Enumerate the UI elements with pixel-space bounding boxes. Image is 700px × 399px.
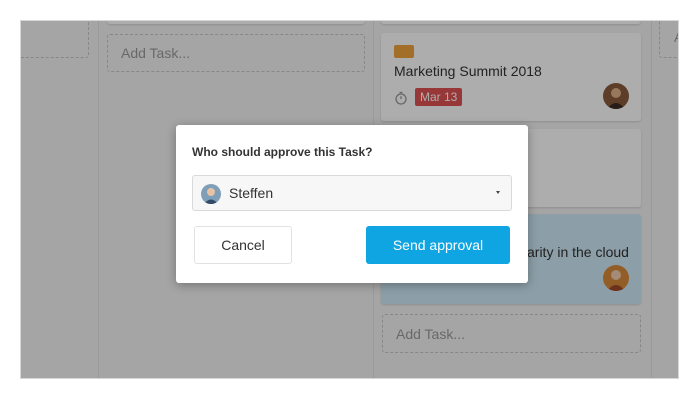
send-approval-button[interactable]: Send approval [366,226,510,264]
approver-select[interactable]: Steffen [192,175,512,211]
caret-down-icon [496,191,500,194]
user-avatar [201,184,221,204]
selected-approver: Steffen [229,185,274,201]
user-avatar-icon [201,184,221,204]
cancel-button[interactable]: Cancel [194,226,292,264]
dialog-title: Who should approve this Task? [192,145,373,159]
approval-dialog: Who should approve this Task? Steffen Ca… [176,125,528,283]
